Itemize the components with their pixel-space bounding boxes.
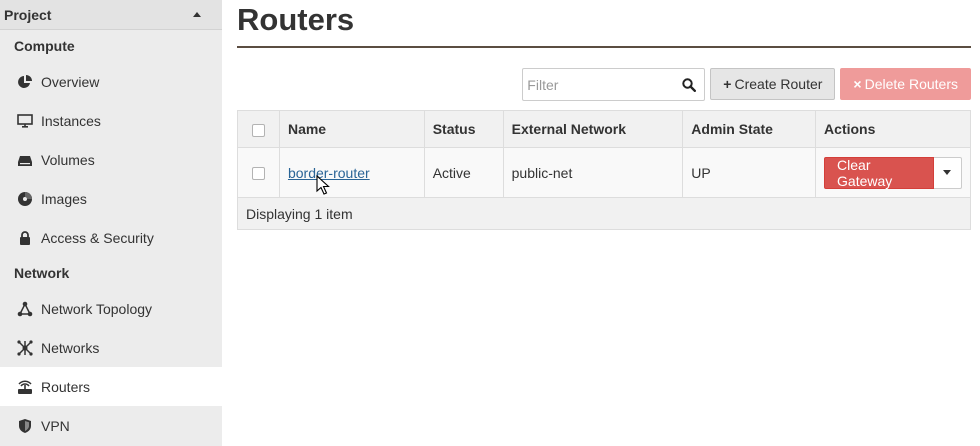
chevron-down-icon (943, 170, 952, 175)
row-select-cell (237, 147, 280, 198)
sidebar: Project Compute Overview Instances Volum… (0, 0, 222, 446)
sidebar-item-label: Access & Security (41, 229, 154, 246)
sidebar-item-label: Networks (41, 339, 100, 356)
sidebar-item-volumes[interactable]: Volumes (0, 140, 222, 179)
sidebar-item-label: Instances (41, 112, 101, 129)
column-header-status[interactable]: Status (423, 110, 504, 148)
delete-routers-button[interactable]: × Delete Routers (840, 68, 971, 100)
topology-icon (16, 300, 34, 318)
compute-group-label: Compute (14, 38, 75, 54)
close-icon: × (853, 76, 862, 92)
network-icon (16, 339, 34, 357)
shield-icon (16, 417, 34, 435)
sidebar-item-instances[interactable]: Instances (0, 101, 222, 140)
sidebar-item-label: Overview (41, 73, 100, 90)
row-actions: Clear Gateway (824, 156, 962, 189)
collapse-caret-icon (193, 12, 201, 17)
actions-dropdown-toggle[interactable] (933, 156, 962, 189)
router-name-cell: border-router (278, 147, 425, 198)
create-router-button[interactable]: + Create Router (710, 68, 836, 100)
delete-routers-label: Delete Routers (864, 76, 958, 92)
table-row: border-router Active public-net UP Clear… (237, 147, 971, 198)
sidebar-item-label: Volumes (41, 151, 95, 168)
sidebar-item-label: Routers (41, 378, 91, 395)
sidebar-item-label: VPN (41, 417, 70, 434)
filter-input[interactable] (523, 69, 674, 100)
select-all-cell (237, 110, 280, 148)
monitor-icon (16, 112, 34, 130)
plus-icon: + (723, 76, 732, 92)
search-icon[interactable] (673, 69, 704, 100)
sidebar-item-routers[interactable]: Routers (0, 367, 222, 406)
page-title: Routers (237, 0, 971, 48)
sidebar-item-network-topology[interactable]: Network Topology (0, 289, 222, 328)
sidebar-item-label: Images (41, 190, 87, 207)
sidebar-item-access-security[interactable]: Access & Security (0, 218, 222, 257)
routers-table: Name Status External Network Admin State… (237, 110, 971, 230)
hdd-icon (16, 151, 34, 169)
sidebar-item-images[interactable]: Images (0, 179, 222, 218)
filter-box (522, 68, 706, 101)
router-admin-state: UP (682, 147, 817, 198)
clear-gateway-button[interactable]: Clear Gateway (824, 156, 934, 189)
sidebar-item-vpn[interactable]: VPN (0, 406, 222, 445)
table-footer-row: Displaying 1 item (237, 197, 971, 230)
row-checkbox[interactable] (251, 167, 265, 181)
table-header-row: Name Status External Network Admin State… (237, 110, 971, 148)
pie-chart-icon (16, 73, 34, 91)
column-header-name[interactable]: Name (278, 110, 425, 148)
router-status: Active (423, 147, 504, 198)
router-external-network: public-net (502, 147, 684, 198)
disc-icon (16, 190, 34, 208)
column-header-actions: Actions (815, 110, 971, 148)
project-label: Project (4, 6, 52, 23)
mouse-cursor-icon (316, 175, 330, 195)
project-header[interactable]: Project (0, 0, 222, 30)
create-router-label: Create Router (734, 76, 823, 92)
sidebar-item-label: Network Topology (41, 300, 153, 317)
column-header-admin-state[interactable]: Admin State (682, 110, 817, 148)
sidebar-item-overview[interactable]: Overview (0, 62, 222, 101)
lock-icon (16, 229, 34, 247)
sidebar-item-networks[interactable]: Networks (0, 328, 222, 367)
main-content: Routers + Create Router × Delete Routers… (237, 0, 971, 230)
item-count: Displaying 1 item (237, 197, 971, 230)
column-header-external-network[interactable]: External Network (502, 110, 684, 148)
router-icon (16, 378, 34, 396)
select-all-checkbox[interactable] (251, 123, 265, 137)
router-actions-cell: Clear Gateway (815, 147, 971, 198)
table-toolbar: + Create Router × Delete Routers (522, 68, 971, 101)
network-group-label: Network (14, 265, 70, 281)
